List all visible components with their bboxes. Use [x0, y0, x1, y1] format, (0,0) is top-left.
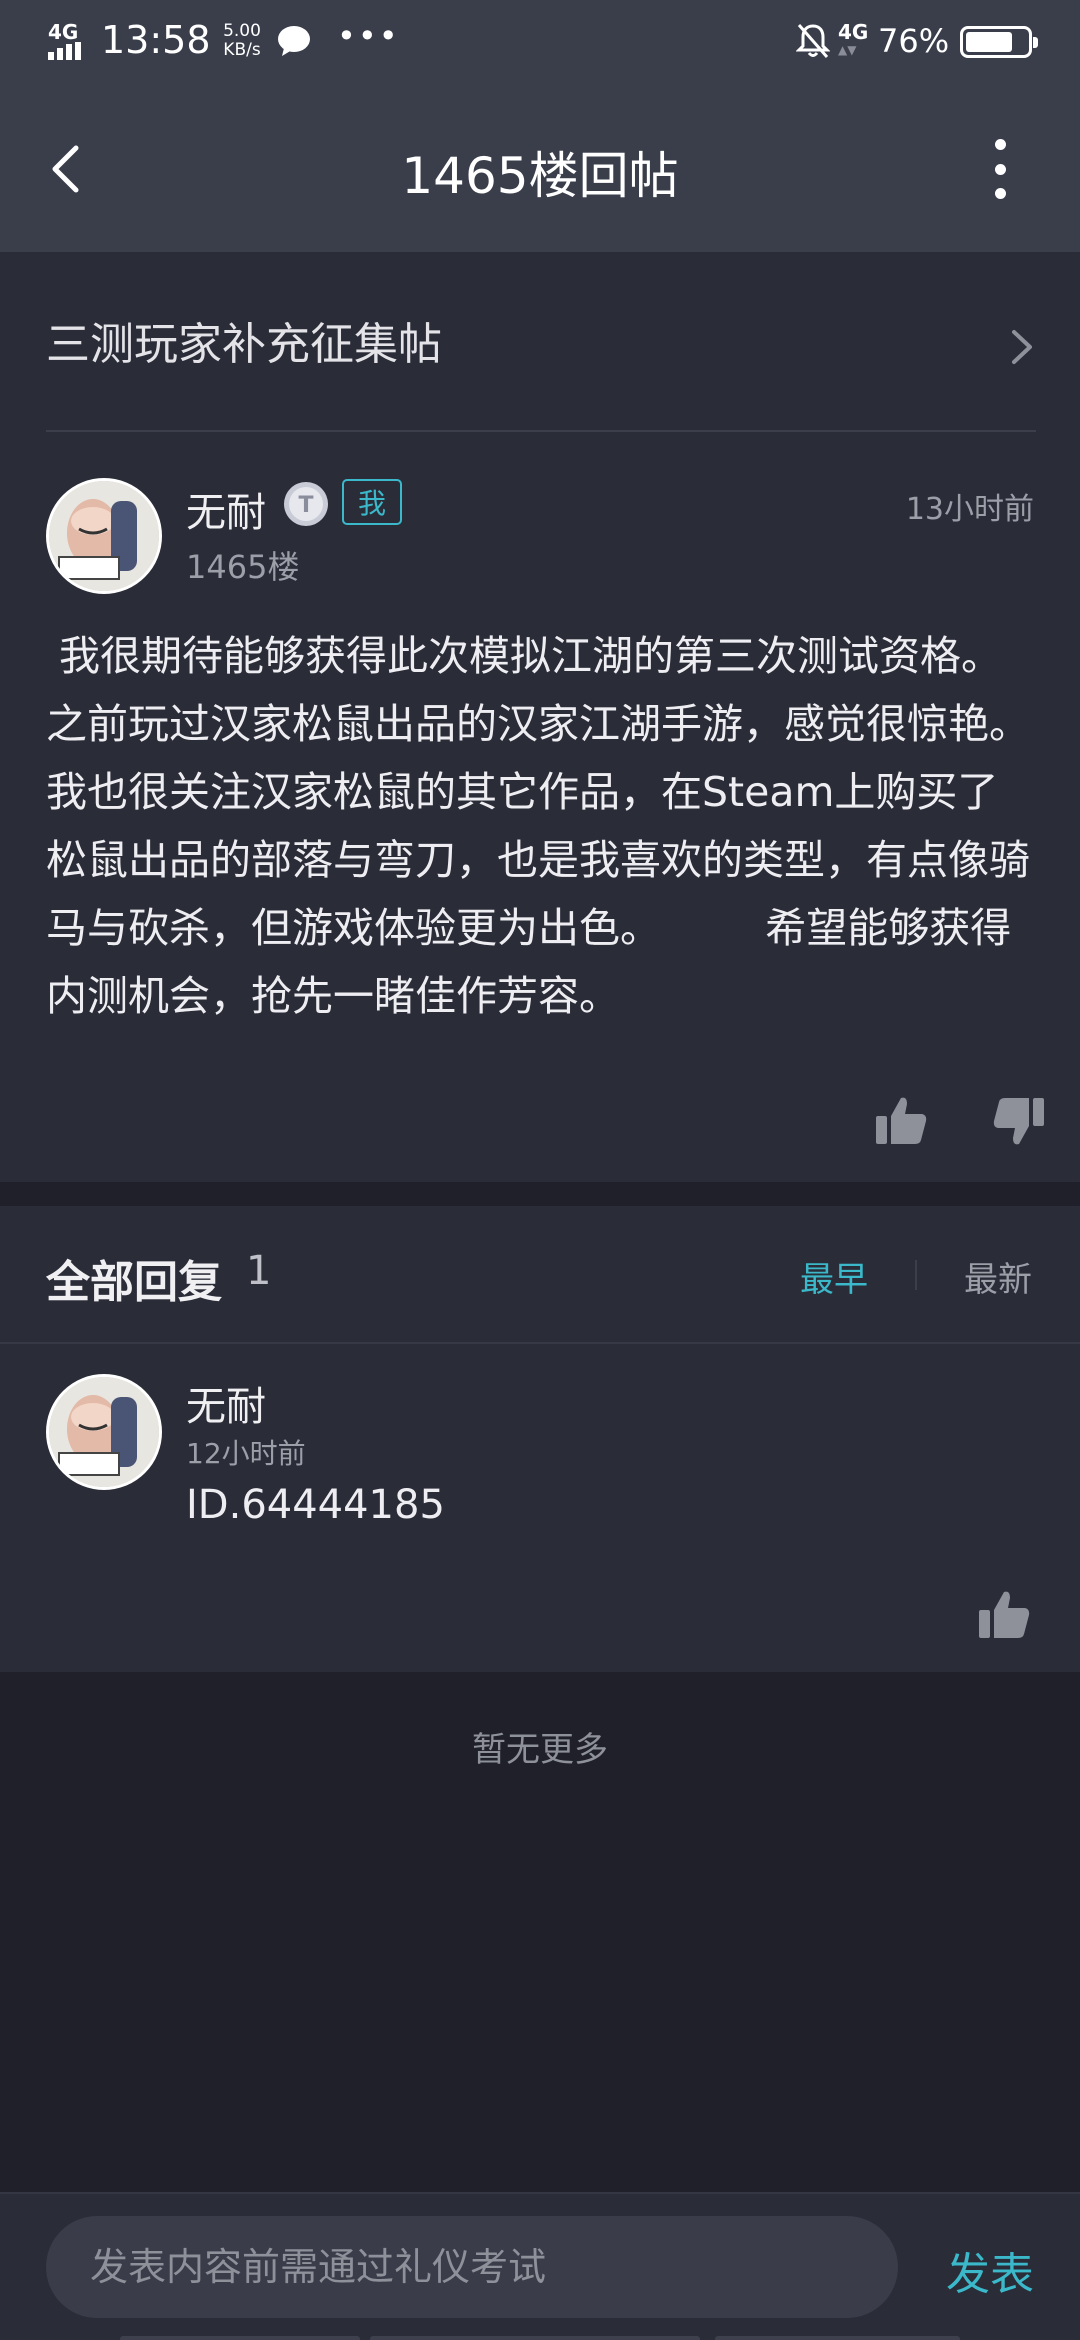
- post-author-name[interactable]: 无耐: [186, 480, 266, 538]
- svg-text:T: T: [298, 493, 313, 518]
- status-time: 13:58: [101, 18, 211, 62]
- reply-body: ID.64444185: [186, 1482, 445, 1528]
- divider: [915, 1260, 917, 1290]
- top-bar: 4G 13:58 5.00 KB/s ••• 4G ▲▼ 76% 1465楼回帖: [0, 0, 1080, 252]
- post-floor: 1465楼: [186, 548, 300, 586]
- status-bar: 4G 13:58 5.00 KB/s ••• 4G ▲▼ 76%: [0, 0, 1080, 84]
- sort-earliest-tab[interactable]: 最早: [800, 1252, 868, 1301]
- avatar-image: [49, 481, 159, 591]
- avatar[interactable]: [46, 478, 162, 594]
- avatar[interactable]: [46, 1374, 162, 1490]
- wechat-bubble-icon: [278, 26, 310, 56]
- thread-title: 三测玩家补充征集帖: [46, 319, 442, 370]
- divider: [0, 1672, 1080, 1676]
- more-notifications-icon: •••: [337, 17, 400, 55]
- dislike-button[interactable]: [990, 1092, 1048, 1150]
- post-time: 13小时前: [905, 492, 1034, 527]
- gesture-bar: [0, 2332, 1080, 2340]
- replies-count: 1: [246, 1248, 272, 1294]
- sort-latest-tab[interactable]: 最新: [964, 1252, 1032, 1301]
- level-badge-icon: T: [284, 482, 328, 526]
- chevron-right-icon: [1012, 330, 1032, 364]
- title-bar: 1465楼回帖: [0, 84, 1080, 252]
- send-button[interactable]: 发表: [946, 2238, 1034, 2302]
- network-speed: 5.00 KB/s: [217, 22, 267, 60]
- page-title: 1465楼回帖: [401, 147, 679, 205]
- section-gap: [0, 1182, 1080, 1206]
- post-card: 三测玩家补充征集帖 无耐 T 我 13小时前 1465楼 我很期待能够获得此次模…: [0, 252, 1080, 1182]
- replies-section: 全部回复 1 最早 最新 无耐 12小时前 ID.64444185: [0, 1206, 1080, 1676]
- comment-input[interactable]: [46, 2216, 898, 2318]
- mute-bell-icon: [796, 24, 830, 58]
- post-body: 我很期待能够获得此次模拟江湖的第三次测试资格。之前玩过汉家松鼠出品的汉家江湖手游…: [46, 632, 1030, 1020]
- more-options-button[interactable]: [980, 139, 1020, 199]
- thumbs-down-icon: [993, 1098, 1044, 1145]
- speed-unit: KB/s: [223, 40, 261, 60]
- replies-header: 全部回复 1 最早 最新: [0, 1206, 1080, 1342]
- network-type: 4G: [48, 20, 79, 44]
- secondary-network-icon: 4G ▲▼: [838, 20, 869, 57]
- composer-bar: 发表: [0, 2192, 1080, 2340]
- speed-value: 5.00: [223, 21, 261, 41]
- end-of-list-text: 暂无更多: [472, 1730, 608, 1770]
- reply-like-button[interactable]: [975, 1586, 1033, 1644]
- reply-author-name[interactable]: 无耐: [186, 1374, 266, 1432]
- reply-time: 12小时前: [186, 1437, 306, 1470]
- avatar-image: [49, 1377, 159, 1487]
- thumbs-up-icon: [979, 1591, 1030, 1638]
- signal-icon: 4G: [46, 20, 94, 60]
- like-button[interactable]: [872, 1092, 930, 1150]
- me-badge: 我: [342, 479, 402, 525]
- thumbs-up-icon: [876, 1097, 927, 1144]
- battery-icon: [960, 26, 1038, 58]
- replies-title: 全部回复: [46, 1257, 222, 1308]
- divider: [0, 1342, 1080, 1344]
- divider: [46, 430, 1036, 432]
- thread-link[interactable]: 三测玩家补充征集帖: [46, 310, 1036, 380]
- battery-percent: 76%: [878, 22, 950, 60]
- network-type-2: 4G: [838, 20, 869, 44]
